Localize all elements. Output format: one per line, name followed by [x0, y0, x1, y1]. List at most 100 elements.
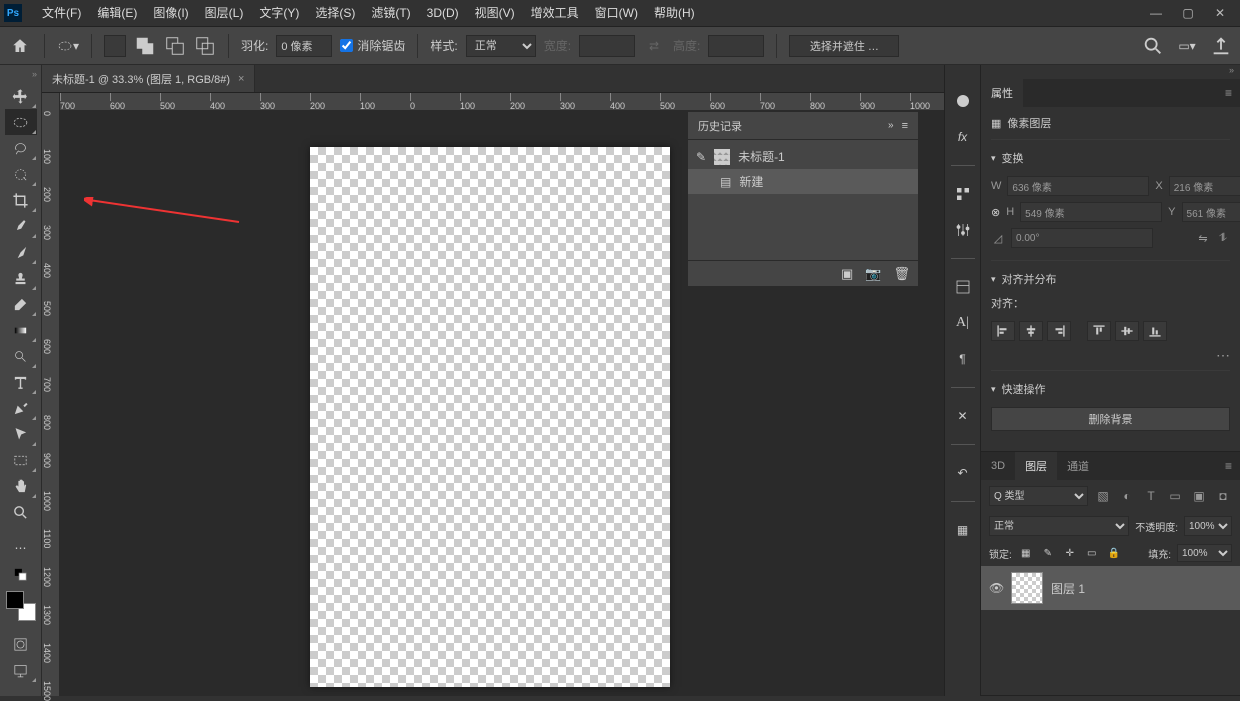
blend-mode-select[interactable]: 正常: [989, 516, 1129, 536]
document-tab[interactable]: 未标题-1 @ 33.3% (图层 1, RGB/8#) ×: [42, 65, 255, 92]
layer-thumb[interactable]: [1011, 572, 1043, 604]
color-swatch[interactable]: [6, 591, 36, 621]
menu-select[interactable]: 选择(S): [307, 0, 363, 27]
antialias-checkbox[interactable]: 消除锯齿: [340, 37, 405, 54]
brushes-panel-icon[interactable]: [951, 182, 975, 206]
style-select[interactable]: 正常: [466, 35, 536, 57]
quick-actions-section[interactable]: ▾快速操作: [991, 377, 1230, 401]
lock-paint-icon[interactable]: ✎: [1040, 545, 1056, 561]
path-select-tool[interactable]: [5, 421, 37, 447]
layers-menu-icon[interactable]: ≡: [1217, 452, 1240, 480]
search-icon[interactable]: [1142, 35, 1164, 57]
tools-panel-icon[interactable]: ✕: [951, 404, 975, 428]
history-delete-icon[interactable]: 🗑: [893, 266, 910, 282]
share-icon[interactable]: [1210, 35, 1232, 57]
history-create-doc-icon[interactable]: ▣: [841, 266, 853, 282]
visibility-icon[interactable]: 👁: [989, 581, 1003, 595]
paragraph-panel-icon[interactable]: ¶: [951, 347, 975, 371]
lock-position-icon[interactable]: ✛: [1062, 545, 1078, 561]
fill-select[interactable]: 100%: [1177, 544, 1232, 562]
menu-view[interactable]: 视图(V): [467, 0, 523, 27]
history-collapse-icon[interactable]: »: [888, 120, 894, 132]
menu-3d[interactable]: 3D(D): [419, 0, 467, 27]
align-section[interactable]: ▾对齐并分布: [991, 267, 1230, 291]
lock-pixels-icon[interactable]: ▦: [1018, 545, 1034, 561]
info-panel-icon[interactable]: ▦: [951, 518, 975, 542]
brush-tool[interactable]: [5, 239, 37, 265]
marquee-tool[interactable]: [5, 109, 37, 135]
eyedropper-tool[interactable]: [5, 213, 37, 239]
subtract-selection-button[interactable]: [164, 35, 186, 57]
align-right-button[interactable]: [1047, 321, 1071, 341]
filter-image-icon[interactable]: ▧: [1094, 487, 1112, 505]
edit-toolbar[interactable]: ⋯: [5, 535, 37, 561]
eraser-tool[interactable]: [5, 291, 37, 317]
layer-name[interactable]: 图层 1: [1051, 580, 1085, 597]
opacity-select[interactable]: 100%: [1184, 516, 1232, 536]
library-panel-icon[interactable]: [951, 275, 975, 299]
add-selection-button[interactable]: [134, 35, 156, 57]
move-tool[interactable]: [5, 83, 37, 109]
stamp-tool[interactable]: [5, 265, 37, 291]
color-panel-icon[interactable]: [951, 89, 975, 113]
menu-text[interactable]: 文字(Y): [251, 0, 307, 27]
gradient-tool[interactable]: [5, 317, 37, 343]
layer-row[interactable]: 👁 图层 1: [981, 566, 1240, 610]
filter-adjust-icon[interactable]: ◐: [1118, 487, 1136, 505]
history-snapshot-icon[interactable]: 📷: [865, 266, 881, 282]
align-more-icon[interactable]: ⋯: [991, 347, 1230, 364]
workspace-icon[interactable]: ▭▾: [1176, 35, 1198, 57]
canvas[interactable]: [310, 147, 670, 687]
menu-image[interactable]: 图像(I): [145, 0, 196, 27]
align-hcenter-button[interactable]: [1019, 321, 1043, 341]
tab-3d[interactable]: 3D: [981, 452, 1015, 480]
lock-all-icon[interactable]: 🔒: [1106, 545, 1122, 561]
shape-tool[interactable]: [5, 447, 37, 473]
flip-h-icon[interactable]: ⇋: [1196, 232, 1210, 245]
maximize-icon[interactable]: ▢: [1172, 1, 1204, 25]
lock-artboard-icon[interactable]: ▭: [1084, 545, 1100, 561]
marquee-tool-icon[interactable]: ▾: [57, 35, 79, 57]
character-panel-icon[interactable]: A|: [951, 311, 975, 335]
history-state-new[interactable]: ▤ 新建: [688, 169, 918, 194]
layer-filter-select[interactable]: Q 类型: [989, 486, 1088, 506]
filter-smart-icon[interactable]: ▣: [1190, 487, 1208, 505]
tab-channels[interactable]: 通道: [1057, 452, 1099, 480]
type-tool[interactable]: [5, 369, 37, 395]
angle-field[interactable]: [1011, 228, 1153, 248]
properties-tab[interactable]: 属性: [981, 79, 1023, 107]
height-field[interactable]: [1020, 202, 1162, 222]
default-colors-icon[interactable]: [5, 561, 37, 587]
remove-bg-button[interactable]: 删除背景: [991, 407, 1230, 431]
new-selection-button[interactable]: [104, 35, 126, 57]
properties-menu-icon[interactable]: ≡: [1217, 79, 1240, 107]
align-top-button[interactable]: [1087, 321, 1111, 341]
intersect-selection-button[interactable]: [194, 35, 216, 57]
width-field[interactable]: [1007, 176, 1149, 196]
align-vcenter-button[interactable]: [1115, 321, 1139, 341]
y-field[interactable]: [1182, 202, 1240, 222]
history-panel-icon[interactable]: ↶: [951, 461, 975, 485]
adjustments-panel-icon[interactable]: [951, 218, 975, 242]
zoom-tool[interactable]: [5, 499, 37, 525]
tab-layers[interactable]: 图层: [1015, 452, 1057, 480]
feather-input[interactable]: [276, 35, 332, 57]
dodge-tool[interactable]: [5, 343, 37, 369]
toolbar-expand-icon[interactable]: »: [0, 69, 41, 83]
filter-shape-icon[interactable]: ▭: [1166, 487, 1184, 505]
menu-plugins[interactable]: 增效工具: [523, 0, 587, 27]
history-tab[interactable]: 历史记录: [698, 118, 742, 134]
crop-tool[interactable]: [5, 187, 37, 213]
pen-tool[interactable]: [5, 395, 37, 421]
filter-toggle-icon[interactable]: ◘: [1214, 487, 1232, 505]
screen-mode-icon[interactable]: [5, 657, 37, 683]
hand-tool[interactable]: [5, 473, 37, 499]
close-icon[interactable]: ✕: [1204, 1, 1236, 25]
menu-edit[interactable]: 编辑(E): [89, 0, 145, 27]
quick-mask-icon[interactable]: [5, 631, 37, 657]
menu-help[interactable]: 帮助(H): [646, 0, 703, 27]
link-wh-icon[interactable]: ⊗: [991, 206, 1000, 219]
flip-v-icon[interactable]: ⥮: [1216, 232, 1230, 245]
menu-layer[interactable]: 图层(L): [197, 0, 252, 27]
fx-panel-icon[interactable]: fx: [951, 125, 975, 149]
